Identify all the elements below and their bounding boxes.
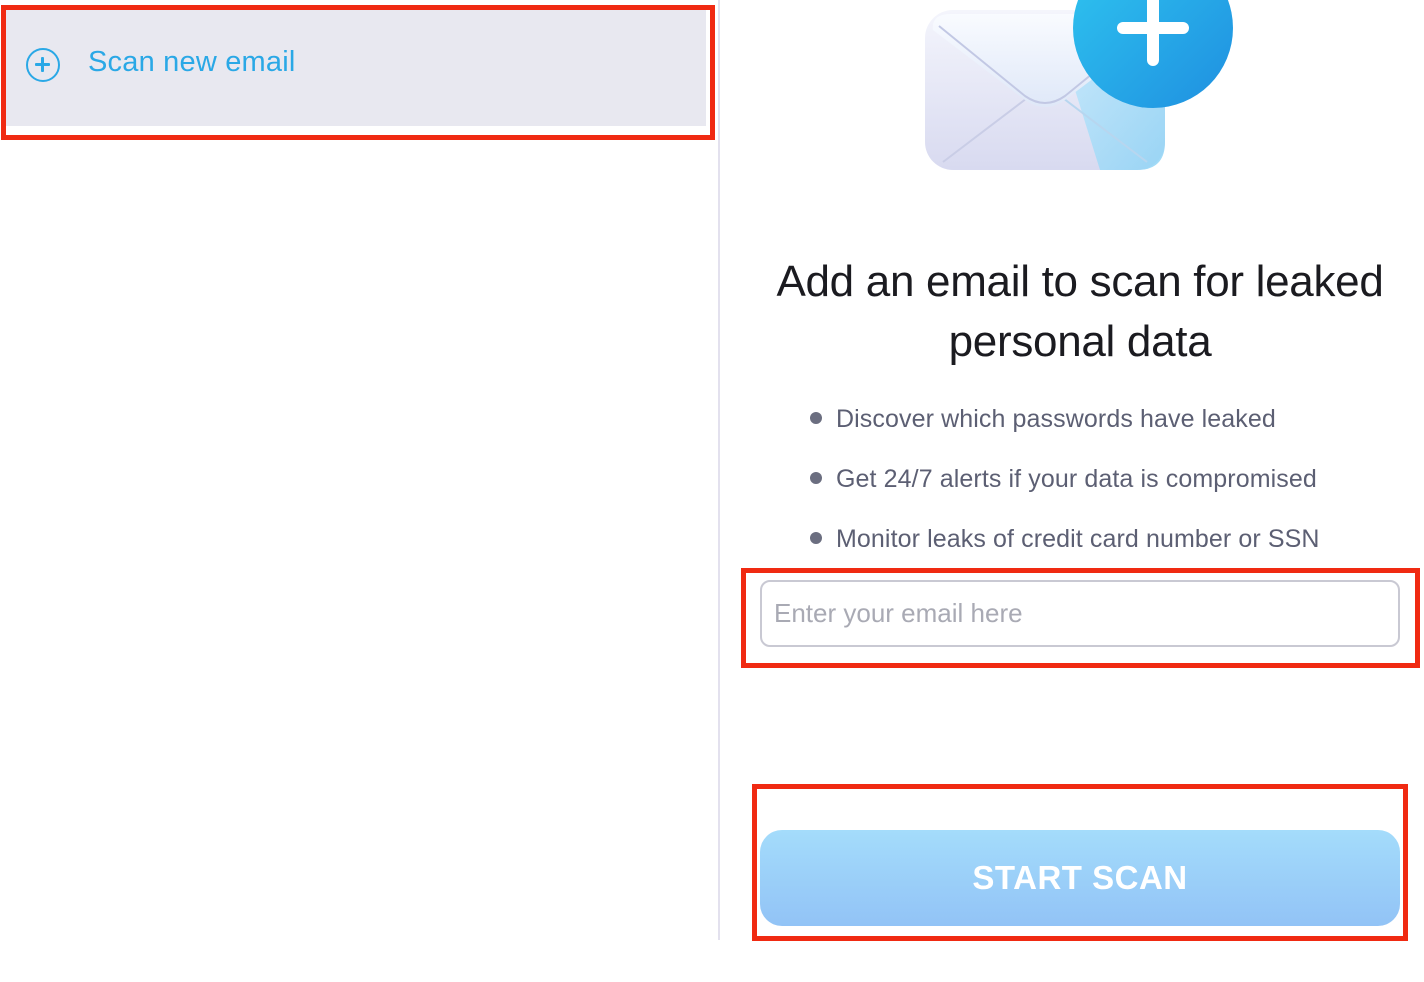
email-input[interactable] [760,580,1400,647]
page-title: Add an email to scan for leaked personal… [740,252,1420,372]
email-add-icon [925,0,1233,170]
feature-text: Discover which passwords have leaked [836,405,1276,433]
start-scan-button[interactable]: START SCAN [760,830,1400,926]
feature-text: Get 24/7 alerts if your data is compromi… [836,465,1317,493]
feature-text: Monitor leaks of credit card number or S… [836,525,1320,553]
feature-list: Discover which passwords have leaked Get… [810,398,1320,578]
feature-item: Monitor leaks of credit card number or S… [810,518,1320,578]
page-title-line-2: personal data [948,317,1212,366]
bullet-icon [810,472,822,484]
scan-new-email-button[interactable]: Scan new email [6,10,706,126]
page-title-line-1: Add an email to scan for leaked [776,257,1384,306]
feature-item: Get 24/7 alerts if your data is compromi… [810,458,1320,518]
bullet-icon [810,532,822,544]
main-panel: Add an email to scan for leaked personal… [720,0,1424,982]
scan-new-email-label: Scan new email [88,46,296,78]
bullet-icon [810,412,822,424]
feature-item: Discover which passwords have leaked [810,398,1320,458]
sidebar: Scan new email [0,0,718,940]
app-window: Scan new email Add an email to scan for … [0,0,1424,982]
plus-circle-icon [26,48,60,82]
